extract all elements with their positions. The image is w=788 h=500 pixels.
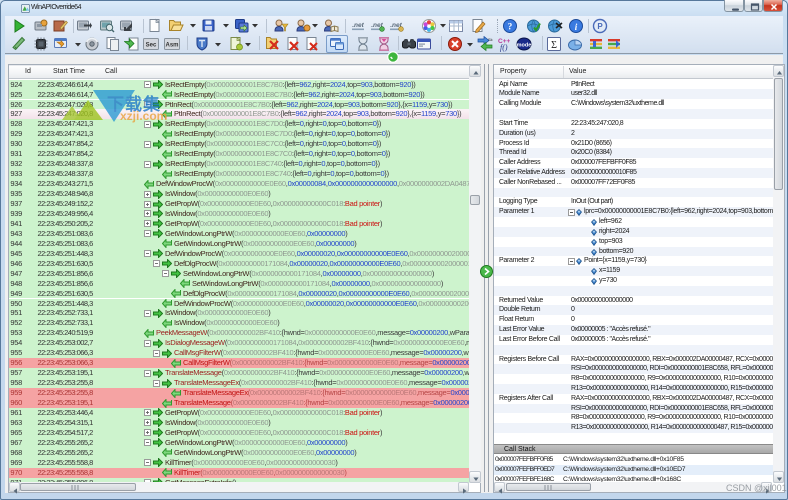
svg-text:f(): f() [500,43,508,52]
svg-text:Sk: Sk [488,37,493,42]
svg-text:Sec: Sec [146,43,157,49]
svg-text:mode: mode [517,43,532,49]
svg-text:.net: .net [352,22,364,29]
svg-text:Asm: Asm [165,43,178,49]
svg-text:Σ: Σ [551,40,557,51]
svg-text:P: P [597,22,603,31]
svg-text:?: ? [508,22,513,32]
